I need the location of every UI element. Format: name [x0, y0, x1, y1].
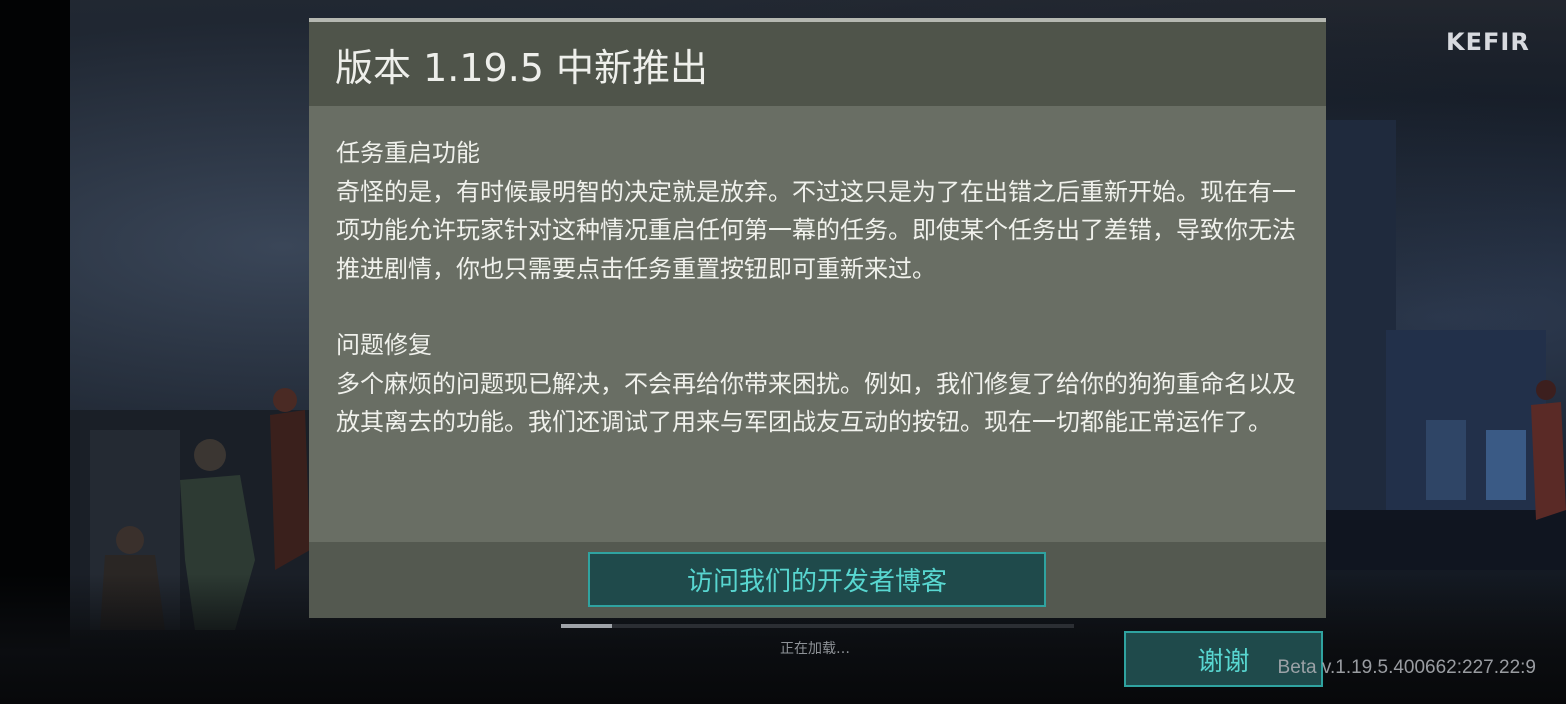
- whats-new-dialog: 版本 1.19.5 中新推出 任务重启功能 奇怪的是，有时候最明智的决定就是放弃…: [309, 18, 1326, 618]
- version-label: Beta v.1.19.5.400662:227.22:9: [1277, 657, 1536, 678]
- section-text: 奇怪的是，有时候最明智的决定就是放弃。不过这只是为了在出错之后重新开始。现在有一…: [336, 177, 1296, 283]
- dialog-header: 版本 1.19.5 中新推出: [309, 22, 1326, 106]
- loading-status-text: 正在加载…: [780, 641, 850, 657]
- section-bug-fixes: 问题修复 多个麻烦的问题现已解决，不会再给你带来困扰。例如，我们修复了给你的狗狗…: [336, 326, 1300, 442]
- section-heading: 任务重启功能: [336, 139, 480, 167]
- loading-progress-bar: [561, 624, 1074, 628]
- dialog-title: 版本 1.19.5 中新推出: [335, 45, 709, 90]
- dev-blog-button[interactable]: 访问我们的开发者博客: [588, 552, 1046, 607]
- section-text: 多个麻烦的问题现已解决，不会再给你带来困扰。例如，我们修复了给你的狗狗重命名以及…: [336, 369, 1296, 437]
- section-heading: 问题修复: [336, 331, 432, 359]
- kefir-logo: KEFIR: [1446, 28, 1530, 56]
- dialog-body[interactable]: 任务重启功能 奇怪的是，有时候最明智的决定就是放弃。不过这只是为了在出错之后重新…: [309, 106, 1326, 536]
- dialog-footer: 访问我们的开发者博客: [309, 542, 1326, 618]
- loading-progress-fill: [561, 624, 613, 628]
- game-screen: KEFIR 版本 1.19.5 中新推出 任务重启功能 奇怪的是，有时候最明智的…: [0, 0, 1566, 704]
- section-quest-restart: 任务重启功能 奇怪的是，有时候最明智的决定就是放弃。不过这只是为了在出错之后重新…: [336, 134, 1300, 288]
- background-building-right: [1326, 120, 1566, 570]
